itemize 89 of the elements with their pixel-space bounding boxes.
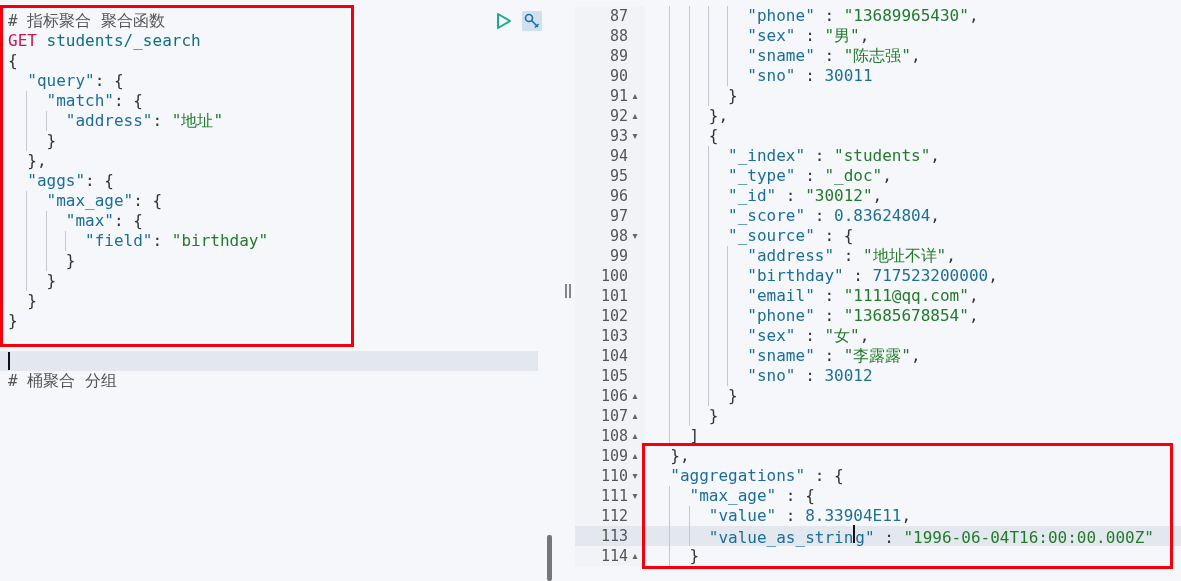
line-number: 99 xyxy=(609,246,628,266)
code-line: "phone" : "13689965430", xyxy=(747,6,979,26)
code-line: "query": { xyxy=(27,71,124,91)
code-line: "_index" : "students", xyxy=(728,146,940,166)
line-number: 97 xyxy=(609,206,628,226)
line-number: 109 xyxy=(600,446,628,466)
fold-arrow[interactable]: ▴ xyxy=(632,406,638,426)
line-number: 87 xyxy=(609,6,628,26)
code-line: "field": "birthday" xyxy=(85,231,269,251)
code-line: "max": { xyxy=(65,211,143,231)
code-line: # 桶聚合 分组 xyxy=(8,371,117,391)
line-number: 103 xyxy=(600,326,628,346)
code-line: "_type" : "_doc", xyxy=(728,166,892,186)
code-line: "sex" : "男", xyxy=(747,26,870,46)
line-number: 98 xyxy=(609,226,628,246)
code-line: } xyxy=(46,271,57,291)
code-line: { xyxy=(708,126,719,146)
line-number: 89 xyxy=(609,46,628,66)
code-line: } xyxy=(708,406,719,426)
line-number: 95 xyxy=(609,166,628,186)
line-number: 94 xyxy=(609,146,628,166)
code-line: "aggs": { xyxy=(27,171,114,191)
fold-arrow[interactable]: ▾ xyxy=(632,126,638,146)
code-line: "max_age": { xyxy=(46,191,163,211)
code-line: "value_as_strin g" : "1996-06-04T16:00:00.000Z" xyxy=(708,524,1154,548)
code-line: "max_age" : { xyxy=(689,486,815,506)
code-line: "match": { xyxy=(46,91,143,111)
code-line: "_id" : "30012", xyxy=(728,186,883,206)
resize-handle-icon[interactable] xyxy=(564,283,571,298)
line-number: 111 xyxy=(600,486,628,506)
code-line: "phone" : "13685678854", xyxy=(747,306,979,326)
line-number: 105 xyxy=(600,366,628,386)
code-line: } xyxy=(65,251,76,271)
fold-arrow[interactable]: ▴ xyxy=(632,546,638,566)
line-number: 100 xyxy=(600,266,628,286)
code-line: "_score" : 0.83624804, xyxy=(728,206,940,226)
code-line: } xyxy=(27,291,37,311)
line-number: 112 xyxy=(600,506,628,526)
code-line: "sex" : "女", xyxy=(747,326,870,346)
fold-arrow[interactable]: ▴ xyxy=(632,86,638,106)
code-line: } xyxy=(728,386,738,406)
code-line: "address": "地址" xyxy=(65,111,224,131)
fold-arrow[interactable]: ▾ xyxy=(632,466,638,486)
line-number: 91 xyxy=(609,86,628,106)
code-line: }, xyxy=(708,106,729,126)
line-number: 96 xyxy=(609,186,628,206)
text-cursor xyxy=(8,352,10,370)
line-number: 110 xyxy=(600,466,628,486)
line-number: 106 xyxy=(600,386,628,406)
code-line: "sname" : "李露露", xyxy=(747,346,921,366)
code-line: "sno" : 30012 xyxy=(747,366,873,386)
code-line: }, xyxy=(670,446,690,466)
line-number: 93 xyxy=(609,126,628,146)
fold-arrow[interactable]: ▴ xyxy=(632,446,638,466)
code-line: } xyxy=(8,311,18,331)
code-line: "aggregations" : { xyxy=(670,466,844,486)
fold-arrow[interactable]: ▾ xyxy=(632,226,638,246)
code-line: } xyxy=(728,86,738,106)
code-line: } xyxy=(689,546,700,566)
code-line: } xyxy=(46,131,57,151)
code-line: "value" : 8.33904E11, xyxy=(708,506,912,526)
fold-arrow[interactable]: ▴ xyxy=(632,386,638,406)
line-number: 108 xyxy=(600,426,628,446)
scrollbar-thumb[interactable] xyxy=(547,535,552,581)
line-number: 90 xyxy=(609,66,628,86)
line-number: 101 xyxy=(600,286,628,306)
code-line: "birthday" : 717523200000, xyxy=(747,266,998,286)
run-icon[interactable] xyxy=(494,11,514,31)
line-number: 113 xyxy=(600,526,628,546)
line-number: 104 xyxy=(600,346,628,366)
line-number: 102 xyxy=(600,306,628,326)
line-number: 92 xyxy=(609,106,628,126)
line-number: 107 xyxy=(600,406,628,426)
code-line: "address" : "地址不详", xyxy=(747,246,956,266)
code-line: "_source" : { xyxy=(728,226,854,246)
line-number: 114 xyxy=(600,546,628,566)
code-line: GET students/_search xyxy=(8,31,201,51)
fold-arrow[interactable]: ▾ xyxy=(632,486,638,506)
fold-arrow[interactable]: ▴ xyxy=(632,426,638,446)
fold-arrow[interactable]: ▴ xyxy=(632,106,638,126)
code-line: # 指标聚合 聚合函数 xyxy=(8,11,165,31)
wrench-icon[interactable] xyxy=(522,11,542,31)
code-line: }, xyxy=(27,151,47,171)
code-line: "sno" : 30011 xyxy=(747,66,873,86)
line-number: 88 xyxy=(609,26,628,46)
code-line: "sname" : "陈志强", xyxy=(747,46,921,66)
code-line: "email" : "1111@qq.com", xyxy=(747,286,979,306)
code-line: ] xyxy=(689,426,700,446)
code-line: { xyxy=(8,51,18,71)
